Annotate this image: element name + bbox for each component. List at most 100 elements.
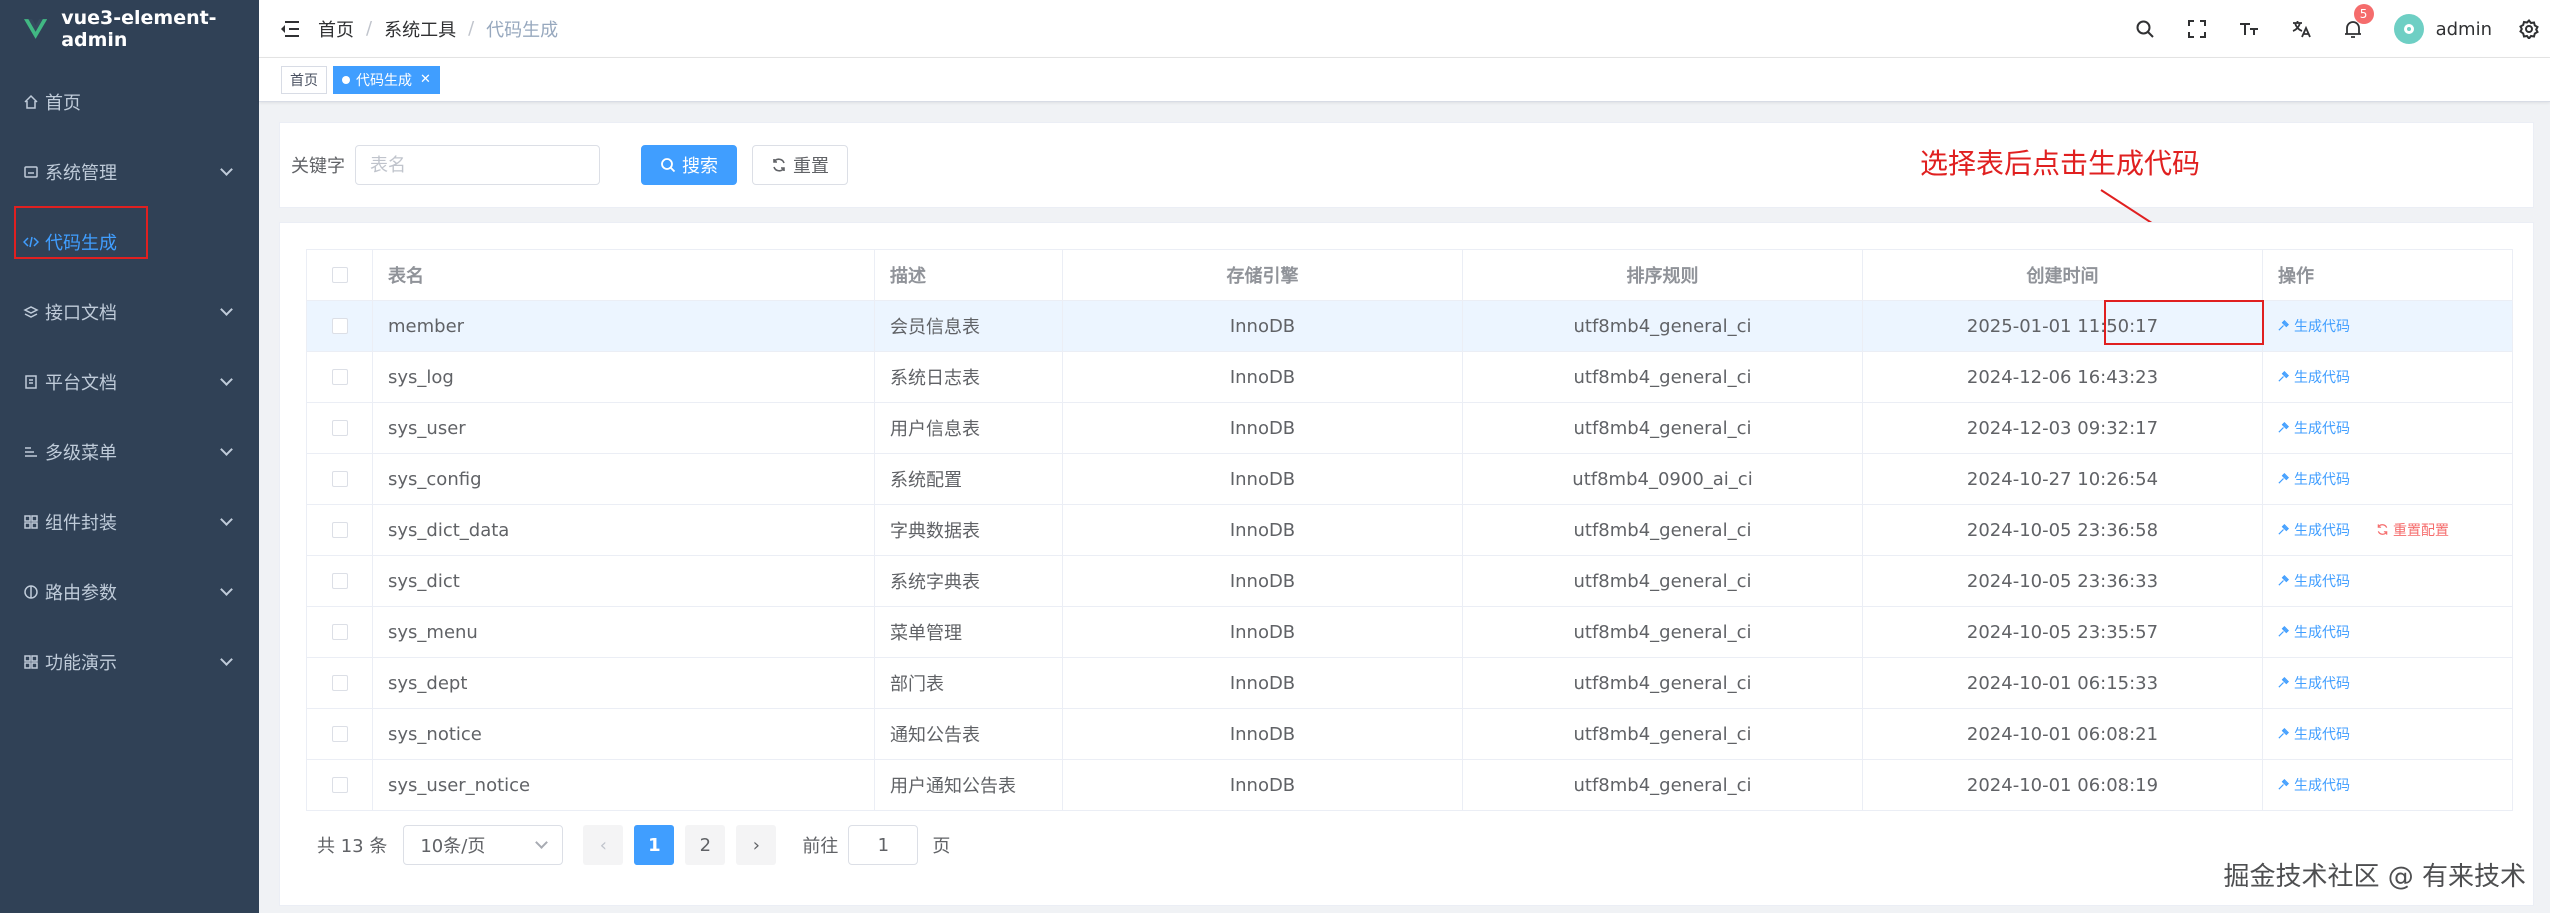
reset-config-button[interactable]: 重置配置 — [2376, 520, 2449, 540]
search-icon[interactable] — [2134, 18, 2156, 40]
sidebar-item-6[interactable]: 组件封装 — [0, 487, 259, 557]
page-size-select[interactable]: 10条/页 — [403, 825, 564, 865]
cell-collation: utf8mb4_general_ci — [1462, 351, 1863, 403]
generate-code-button[interactable]: 生成代码 — [2277, 775, 2350, 795]
app-title: vue3-element-admin — [61, 7, 217, 51]
cell-engine: InnoDB — [1062, 453, 1463, 505]
goto-page-input[interactable] — [848, 825, 919, 865]
page-button[interactable]: 1 — [634, 825, 675, 865]
keyword-input[interactable] — [355, 145, 600, 185]
sidebar-item-1[interactable]: 系统管理 — [0, 137, 259, 207]
sidebar-item-label: 路由参数 — [45, 583, 117, 604]
cell-description: 部门表 — [874, 657, 1063, 709]
sidebar-item-8[interactable]: 功能演示 — [0, 627, 259, 697]
cell-collation: utf8mb4_general_ci — [1462, 759, 1863, 811]
table-row[interactable]: sys_menu 菜单管理 InnoDB utf8mb4_general_ci 2024… — [306, 606, 2513, 658]
sidebar-item-0[interactable]: 首页 — [0, 67, 259, 137]
cell-description: 字典数据表 — [874, 504, 1063, 556]
refresh-icon — [771, 157, 787, 173]
breadcrumb-item[interactable]: 首页 — [318, 16, 354, 42]
language-icon[interactable] — [2290, 18, 2312, 40]
cell-table-name: sys_config — [372, 453, 875, 505]
fullscreen-icon[interactable] — [2186, 18, 2208, 40]
search-icon — [660, 157, 676, 173]
sidebar-item-4[interactable]: 平台文档 — [0, 347, 259, 417]
row-checkbox[interactable] — [331, 675, 348, 691]
cell-engine: InnoDB — [1062, 606, 1463, 658]
tag-home[interactable]: 首页 — [281, 65, 327, 94]
generate-code-button[interactable]: 生成代码 — [2277, 673, 2350, 693]
column-header: 排序规则 — [1462, 249, 1863, 301]
cell-actions: 生成代码 — [2262, 606, 2513, 658]
table-row[interactable]: sys_notice 通知公告表 InnoDB utf8mb4_general_ci 2… — [306, 708, 2513, 760]
table-row[interactable]: sys_user 用户信息表 InnoDB utf8mb4_general_ci 202… — [306, 402, 2513, 454]
cell-created-time: 2024-10-05 23:36:33 — [1862, 555, 2263, 607]
table-row[interactable]: sys_config 系统配置 InnoDB utf8mb4_0900_ai_ci 20… — [306, 453, 2513, 505]
sidebar-item-label: 功能演示 — [45, 653, 117, 674]
cell-engine: InnoDB — [1062, 708, 1463, 760]
vue-logo-icon — [24, 19, 48, 39]
generate-code-button[interactable]: 生成代码 — [2277, 418, 2350, 438]
row-checkbox[interactable] — [331, 777, 348, 793]
search-button[interactable]: 搜索 — [641, 145, 737, 185]
keyword-label: 关键字 — [291, 156, 345, 177]
username[interactable]: admin — [2436, 19, 2492, 40]
generate-code-button[interactable]: 生成代码 — [2277, 520, 2350, 540]
generate-code-button[interactable]: 生成代码 — [2277, 622, 2350, 642]
row-checkbox[interactable] — [331, 726, 348, 742]
row-checkbox[interactable] — [331, 369, 348, 385]
table-row[interactable]: sys_dict 系统字典表 InnoDB utf8mb4_general_ci 202… — [306, 555, 2513, 607]
cell-collation: utf8mb4_general_ci — [1462, 708, 1863, 760]
close-icon[interactable]: ✕ — [420, 72, 431, 87]
row-checkbox[interactable] — [331, 522, 348, 538]
generate-code-button[interactable]: 生成代码 — [2277, 469, 2350, 489]
page-size-value: 10条/页 — [420, 836, 486, 857]
cell-created-time: 2024-10-01 06:08:19 — [1862, 759, 2263, 811]
row-checkbox[interactable] — [331, 573, 348, 589]
chevron-down-icon — [220, 583, 233, 596]
next-page-button[interactable]: › — [736, 825, 777, 865]
table-row[interactable]: sys_dict_data 字典数据表 InnoDB utf8mb4_general_… — [306, 504, 2513, 556]
avatar[interactable] — [2393, 14, 2424, 44]
row-checkbox[interactable] — [331, 471, 348, 487]
generate-code-button[interactable]: 生成代码 — [2277, 571, 2350, 591]
settings-icon[interactable] — [2518, 18, 2540, 40]
generate-code-button[interactable]: 生成代码 — [2277, 367, 2350, 387]
magic-wand-icon — [2277, 472, 2290, 485]
row-checkbox[interactable] — [331, 420, 348, 436]
bell-icon[interactable]: 5 — [2342, 4, 2374, 40]
row-checkbox[interactable] — [331, 624, 348, 640]
breadcrumb-item[interactable]: 系统工具 — [384, 16, 456, 42]
cell-created-time: 2024-10-05 23:35:57 — [1862, 606, 2263, 658]
table-row[interactable]: sys_dept 部门表 InnoDB utf8mb4_general_ci 2024-… — [306, 657, 2513, 709]
cell-actions: 生成代码 重置配置 — [2262, 504, 2513, 556]
cell-table-name: sys_dict — [372, 555, 875, 607]
chevron-down-icon — [220, 653, 233, 666]
sidebar-item-3[interactable]: 接口文档 — [0, 277, 259, 347]
action-label: 生成代码 — [2294, 420, 2350, 437]
font-size-icon[interactable] — [2238, 18, 2260, 40]
cell-actions: 生成代码 — [2262, 657, 2513, 709]
table-row[interactable]: sys_log 系统日志表 InnoDB utf8mb4_general_ci 2024… — [306, 351, 2513, 403]
hamburger-icon[interactable] — [281, 20, 299, 37]
sidebar-item-7[interactable]: 路由参数 — [0, 557, 259, 627]
generate-code-button[interactable]: 生成代码 — [2277, 316, 2350, 336]
cell-description: 系统日志表 — [874, 351, 1063, 403]
row-checkbox[interactable] — [331, 318, 348, 334]
chevron-down-icon — [220, 163, 233, 176]
page-button[interactable]: 2 — [685, 825, 726, 865]
table-row[interactable]: sys_user_notice 用户通知公告表 InnoDB utf8mb4_gene… — [306, 759, 2513, 811]
magic-wand-icon — [2277, 421, 2290, 434]
cell-actions: 生成代码 — [2262, 453, 2513, 505]
generate-code-button[interactable]: 生成代码 — [2277, 724, 2350, 744]
sidebar-item-5[interactable]: 多级菜单 — [0, 417, 259, 487]
reset-button[interactable]: 重置 — [752, 145, 848, 185]
notification-badge: 5 — [2353, 4, 2374, 24]
tag-codegen[interactable]: 代码生成 ✕ — [333, 65, 440, 94]
prev-page-button[interactable]: ‹ — [583, 825, 624, 865]
select-all-checkbox[interactable] — [331, 267, 348, 283]
cell-collation: utf8mb4_0900_ai_ci — [1462, 453, 1863, 505]
demo-icon — [22, 653, 40, 671]
column-header: 表名 — [372, 249, 875, 301]
logo[interactable]: vue3-element-admin — [0, 0, 259, 58]
